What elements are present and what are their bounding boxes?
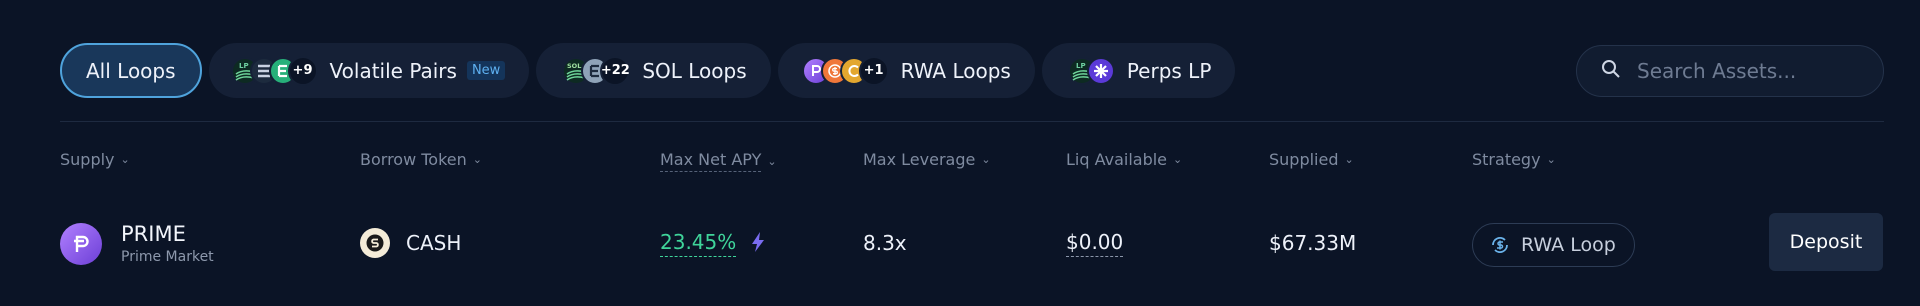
borrow-cell: CASH — [360, 228, 461, 258]
column-header-supply[interactable]: Supply ⌄ — [60, 150, 130, 169]
max-leverage-value: 8.3x — [863, 231, 907, 255]
more-tokens-count: +22 — [600, 55, 631, 86]
tab-label: Perps LP — [1126, 58, 1212, 83]
column-header-label: Max Leverage — [863, 150, 976, 169]
new-badge: New — [466, 61, 506, 80]
tab-icon-group: SOL +22 — [562, 55, 631, 86]
tab-icon-group: +1 — [801, 55, 889, 86]
chevron-down-icon: ⌄ — [1344, 153, 1354, 166]
tab-label: RWA Loops — [900, 58, 1011, 83]
liq-available-cell: $0.00 — [1066, 230, 1124, 257]
more-tokens-count: +1 — [858, 55, 889, 86]
chevron-down-icon: ⌄ — [767, 154, 777, 168]
jupiter-token-icon — [1086, 56, 1115, 85]
tab-icon-group: LP +9 — [230, 55, 318, 86]
column-header-supplied[interactable]: Supplied ⌄ — [1269, 150, 1354, 169]
tab-all-loops[interactable]: All Loops — [60, 43, 202, 98]
column-header-label: Supply — [60, 150, 115, 169]
svg-text:SOL: SOL — [567, 62, 581, 70]
dollar-cycle-icon — [1489, 234, 1511, 256]
prime-token-icon — [60, 222, 102, 265]
tab-rwa-loops[interactable]: +1 RWA Loops — [777, 43, 1035, 98]
supply-asset-name: PRIME — [121, 222, 186, 246]
supplied-value: $67.33M — [1269, 231, 1357, 255]
lightning-icon[interactable] — [750, 231, 766, 257]
apy-cell: 23.45% — [660, 230, 766, 257]
chevron-down-icon: ⌄ — [472, 153, 482, 166]
svg-text:LP: LP — [239, 62, 249, 70]
deposit-button[interactable]: Deposit — [1769, 213, 1883, 271]
tab-label: Volatile Pairs — [329, 58, 457, 83]
search-icon — [1601, 59, 1621, 83]
more-tokens-count: +9 — [287, 55, 318, 86]
liq-available-value[interactable]: $0.00 — [1066, 230, 1124, 257]
column-header-label: Supplied — [1269, 150, 1339, 169]
chevron-down-icon: ⌄ — [981, 153, 991, 166]
chevron-down-icon: ⌄ — [1173, 153, 1183, 166]
borrow-token-name: CASH — [406, 231, 462, 255]
column-header-label: Borrow Token — [360, 150, 467, 169]
tab-volatile-pairs[interactable]: LP +9 Volatile Pairs New — [208, 43, 530, 98]
column-header-strategy[interactable]: Strategy ⌄ — [1472, 150, 1556, 169]
column-header-label: Liq Available — [1066, 150, 1168, 169]
column-header-label: Strategy — [1472, 150, 1541, 169]
tab-label: All Loops — [86, 58, 176, 83]
supply-cell: PRIME Prime Market — [60, 222, 214, 265]
tab-sol-loops[interactable]: SOL +22 SOL Loops — [536, 43, 771, 98]
filter-tabs: All Loops LP +9 Volatile Pairs New SOL +… — [60, 43, 1236, 98]
chevron-down-icon: ⌄ — [120, 153, 130, 166]
tab-perps-lp[interactable]: LP Perps LP — [1041, 43, 1236, 98]
column-header-max-net-apy[interactable]: Max Net APY ⌄ — [660, 150, 777, 172]
search-box[interactable] — [1576, 45, 1884, 97]
column-header-borrow-token[interactable]: Borrow Token ⌄ — [360, 150, 482, 169]
column-header-liq-available[interactable]: Liq Available ⌄ — [1066, 150, 1182, 169]
column-header-max-leverage[interactable]: Max Leverage ⌄ — [863, 150, 991, 169]
divider — [60, 121, 1884, 122]
svg-text:LP: LP — [1076, 62, 1086, 70]
strategy-pill[interactable]: RWA Loop — [1472, 223, 1635, 267]
column-header-label: Max Net APY — [660, 150, 762, 172]
tab-icon-group: LP — [1067, 56, 1115, 85]
strategy-label: RWA Loop — [1521, 234, 1616, 256]
search-input[interactable] — [1635, 58, 1869, 84]
tab-label: SOL Loops — [642, 58, 747, 83]
cash-token-icon — [360, 228, 390, 258]
supply-market-name: Prime Market — [121, 249, 214, 265]
chevron-down-icon: ⌄ — [1546, 153, 1556, 166]
max-net-apy-value[interactable]: 23.45% — [660, 230, 737, 257]
